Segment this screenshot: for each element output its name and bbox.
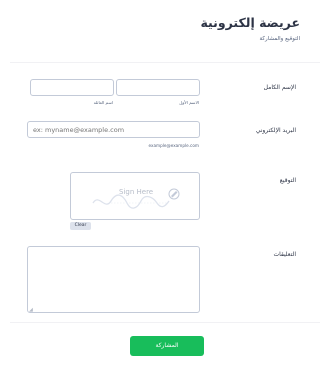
signature-scribble xyxy=(92,194,170,209)
signature-pad[interactable]: Sign Here xyxy=(70,172,200,220)
email-label: البريد الإلكتروني xyxy=(255,127,296,134)
signature-label: التوقيع xyxy=(279,177,296,184)
resize-grip-icon[interactable]: ◢ xyxy=(29,307,33,313)
sign-here-text: Sign Here xyxy=(119,188,154,196)
footer-divider xyxy=(10,322,320,323)
header-divider xyxy=(10,62,320,63)
first-name-input[interactable] xyxy=(116,79,200,96)
comments-label: التعليقات xyxy=(273,251,296,258)
email-hint: example@example.com xyxy=(148,143,199,148)
last-name-input[interactable] xyxy=(30,79,114,96)
email-input[interactable] xyxy=(27,121,200,138)
first-name-sublabel: الاسم الأول xyxy=(179,100,199,105)
clear-signature-button[interactable]: Clear xyxy=(70,222,91,230)
form-title: عريضة إلكترونية xyxy=(200,15,300,30)
last-name-sublabel: اسم العائلة xyxy=(93,100,113,105)
form-header: عريضة إلكترونية التوقيع والمشاركة xyxy=(30,14,300,42)
full-name-label: الإسم الكامل xyxy=(263,84,296,91)
form-subtitle: التوقيع والمشاركة xyxy=(259,36,300,42)
comments-textarea[interactable] xyxy=(27,246,200,313)
submit-button[interactable]: المشاركة xyxy=(130,336,204,356)
pen-icon xyxy=(168,188,180,200)
